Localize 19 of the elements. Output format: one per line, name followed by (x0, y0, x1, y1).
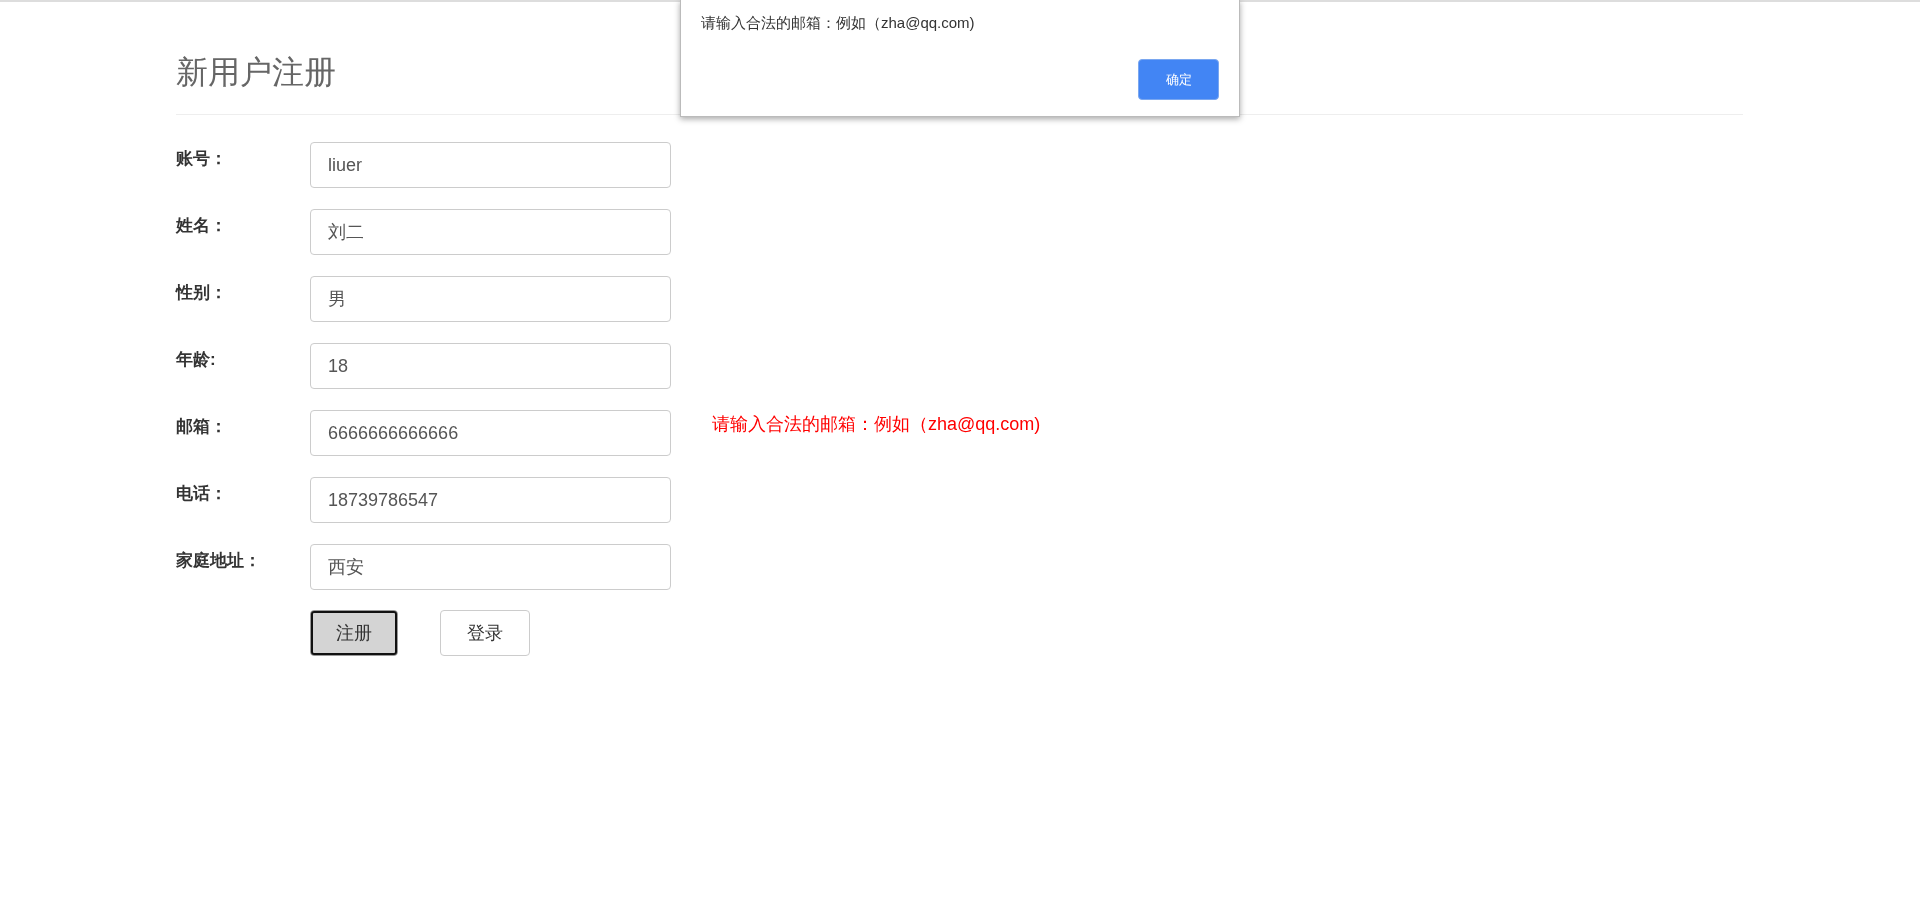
field-label: 姓名： (176, 215, 228, 237)
field-label: 账号： (176, 148, 228, 170)
input-field[interactable]: 刘二 (310, 209, 671, 255)
input-field[interactable]: 18 (310, 343, 671, 389)
field-label: 性别： (176, 282, 228, 304)
dialog-message: 请输入合法的邮箱：例如（zha@qq.com) (701, 14, 976, 33)
input-field[interactable]: 西安 (310, 544, 671, 590)
login-button[interactable]: 登录 (440, 610, 530, 656)
register-button[interactable]: 注册 (310, 610, 398, 656)
field-label: 家庭地址： (176, 550, 262, 572)
input-field[interactable]: 18739786547 (310, 477, 671, 523)
input-field[interactable]: liuer (310, 142, 671, 188)
field-label: 邮箱： (176, 416, 228, 438)
input-field[interactable]: 6666666666666 (310, 410, 671, 456)
ok-button[interactable]: 确定 (1138, 59, 1219, 100)
field-label: 年龄: (176, 349, 217, 371)
field-label: 电话： (176, 483, 228, 505)
input-field[interactable]: 男 (310, 276, 671, 322)
error-message: 请输入合法的邮箱：例如（zha@qq.com) (712, 413, 1041, 436)
